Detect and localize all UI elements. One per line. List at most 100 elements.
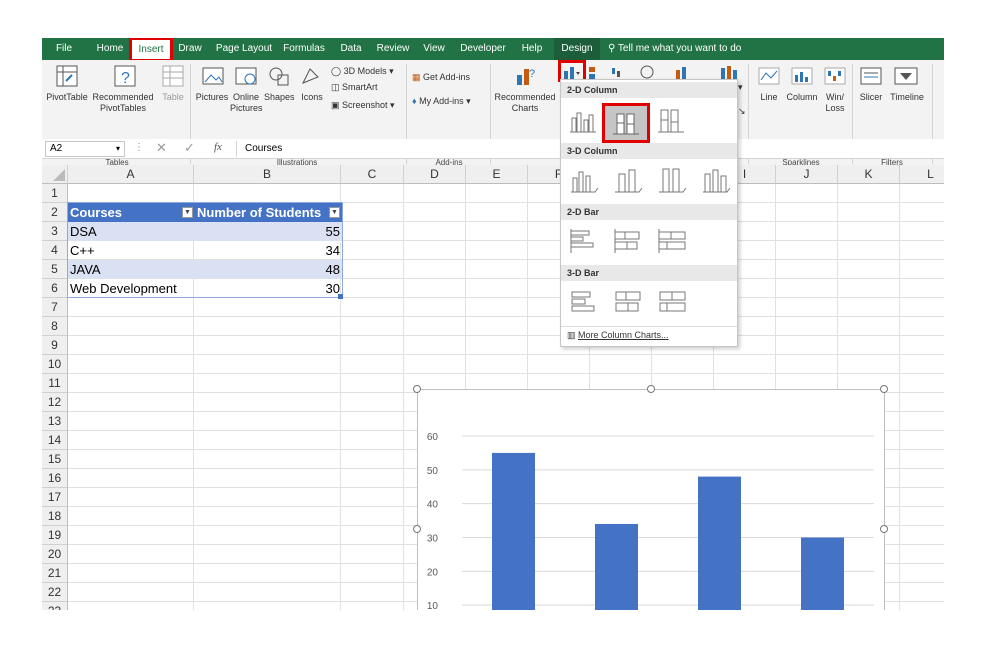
chart-bar[interactable] — [698, 476, 741, 610]
table-header-courses[interactable]: Courses ▼ — [68, 203, 195, 222]
column-header[interactable]: C — [341, 165, 404, 184]
row-header[interactable]: 13 — [42, 412, 68, 431]
table-cell[interactable]: 30 — [195, 279, 342, 298]
enter-icon[interactable]: ✓ — [184, 140, 195, 156]
icons-button[interactable]: Icons — [298, 92, 326, 102]
row-header[interactable]: 9 — [42, 336, 68, 355]
tab-draw[interactable]: Draw — [174, 38, 206, 60]
more-column-charts-link[interactable]: ▥ More Column Charts... — [567, 330, 669, 341]
pivottable-button[interactable]: PivotTable — [44, 92, 90, 102]
row-header[interactable]: 19 — [42, 526, 68, 545]
row-header[interactable]: 6 — [42, 279, 68, 298]
column-sparkline-button[interactable]: Column — [782, 92, 822, 102]
100-stacked-column-icon[interactable] — [657, 108, 685, 134]
line-sparkline-button[interactable]: Line — [754, 92, 784, 102]
pivotchart-icon[interactable] — [718, 64, 742, 80]
tab-home[interactable]: Home — [90, 38, 130, 60]
shapes-button[interactable]: Shapes — [264, 92, 295, 102]
cancel-icon[interactable]: ✕ — [156, 140, 167, 156]
tab-file[interactable]: File — [46, 38, 82, 60]
name-box[interactable]: A2 ▾ — [45, 141, 125, 157]
table-cell[interactable]: 55 — [195, 222, 342, 241]
row-header[interactable]: 1 — [42, 184, 68, 203]
hierarchy-chart-icon[interactable] — [587, 64, 607, 80]
row-header[interactable]: 11 — [42, 374, 68, 393]
3d-100-stacked-bar-icon[interactable] — [657, 288, 687, 316]
filter-dropdown-icon[interactable]: ▼ — [182, 207, 193, 218]
column-header[interactable]: A — [68, 165, 194, 184]
clustered-column-icon[interactable] — [569, 108, 597, 134]
get-addins-button[interactable]: ▦ Get Add-ins — [412, 72, 470, 83]
pictures-button[interactable]: Pictures — [194, 92, 230, 102]
table-header-students[interactable]: Number of Students ▼ — [195, 203, 342, 222]
filter-dropdown-icon[interactable]: ▼ — [329, 207, 340, 218]
3d-100-stacked-column-icon[interactable] — [657, 166, 687, 194]
tab-review[interactable]: Review — [374, 38, 412, 60]
row-header[interactable]: 4 — [42, 241, 68, 260]
clustered-bar-icon[interactable] — [569, 228, 599, 254]
3d-stacked-column-icon[interactable] — [613, 166, 643, 194]
recommended-pivottables-button[interactable]: Recommended PivotTables — [90, 92, 156, 114]
my-addins-button[interactable]: ♦ My Add-ins ▾ — [412, 96, 471, 107]
tab-data[interactable]: Data — [334, 38, 368, 60]
chart-dialog-launcher[interactable]: ↘ — [738, 106, 746, 117]
smartart-button[interactable]: ◫ SmartArt — [331, 82, 378, 93]
table-resize-handle[interactable] — [338, 294, 343, 299]
tell-me-box[interactable]: ⚲ Tell me what you want to do — [608, 38, 828, 60]
recommended-charts-button[interactable]: Recommended Charts — [492, 92, 558, 114]
3d-models-button[interactable]: ◯ 3D Models ▾ — [331, 66, 394, 77]
row-header[interactable]: 23 — [42, 602, 68, 610]
column-header[interactable]: K — [838, 165, 900, 184]
stacked-bar-icon[interactable] — [613, 228, 643, 254]
tab-design[interactable]: Design — [554, 38, 600, 60]
insert-function-icon[interactable]: fx — [214, 141, 222, 153]
column-header[interactable]: J — [776, 165, 838, 184]
row-header[interactable]: 18 — [42, 507, 68, 526]
table-cell[interactable]: JAVA — [68, 260, 195, 279]
pie-chart-icon[interactable] — [638, 64, 658, 80]
table-button[interactable]: Table — [158, 92, 188, 102]
row-header[interactable]: 7 — [42, 298, 68, 317]
column-header[interactable]: D — [404, 165, 466, 184]
online-pictures-button[interactable]: Online Pictures — [230, 92, 263, 114]
table-cell[interactable]: 48 — [195, 260, 342, 279]
row-header[interactable]: 20 — [42, 545, 68, 564]
3d-clustered-column-icon[interactable] — [569, 166, 599, 194]
select-all-corner[interactable] — [42, 165, 68, 184]
row-header[interactable]: 14 — [42, 431, 68, 450]
chart-resize-handle[interactable] — [647, 385, 655, 393]
tab-page-layout[interactable]: Page Layout — [212, 38, 276, 60]
3d-stacked-bar-icon[interactable] — [613, 288, 643, 316]
chart-resize-handle[interactable] — [880, 385, 888, 393]
winloss-sparkline-button[interactable]: Win/ Loss — [822, 92, 848, 114]
chart-resize-handle[interactable] — [413, 385, 421, 393]
tab-help[interactable]: Help — [516, 38, 548, 60]
row-header[interactable]: 8 — [42, 317, 68, 336]
tab-developer[interactable]: Developer — [456, 38, 510, 60]
maps-chart-icon[interactable] — [672, 64, 696, 80]
table-cell[interactable]: DSA — [68, 222, 195, 241]
table-cell[interactable]: C++ — [68, 241, 195, 260]
slicer-button[interactable]: Slicer — [856, 92, 886, 102]
chart-bar[interactable] — [492, 452, 535, 610]
3d-column-icon[interactable] — [701, 166, 731, 194]
3d-clustered-bar-icon[interactable] — [569, 288, 599, 316]
row-header[interactable]: 17 — [42, 488, 68, 507]
row-header[interactable]: 12 — [42, 393, 68, 412]
row-header[interactable]: 10 — [42, 355, 68, 374]
chart-resize-handle[interactable] — [413, 525, 421, 533]
row-header[interactable]: 15 — [42, 450, 68, 469]
table-cell[interactable]: 34 — [195, 241, 342, 260]
row-header[interactable]: 21 — [42, 564, 68, 583]
chart-bar[interactable] — [595, 523, 638, 610]
row-header[interactable]: 22 — [42, 583, 68, 602]
chart-resize-handle[interactable] — [880, 525, 888, 533]
row-header[interactable]: 3 — [42, 222, 68, 241]
waterfall-chart-icon[interactable] — [610, 64, 630, 80]
row-header[interactable]: 2 — [42, 203, 68, 222]
column-header[interactable]: E — [466, 165, 528, 184]
row-header[interactable]: 16 — [42, 469, 68, 488]
column-header[interactable]: B — [194, 165, 341, 184]
screenshot-button[interactable]: ▣ Screenshot ▾ — [331, 100, 395, 111]
column-chart[interactable]: 0102030405060DSAC++JAVAWeb Development — [413, 385, 888, 610]
